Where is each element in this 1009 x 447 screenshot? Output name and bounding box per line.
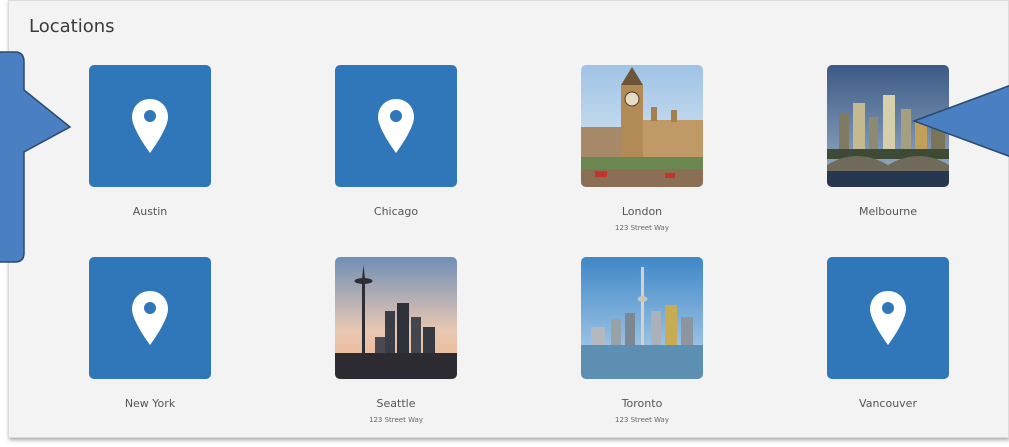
locations-panel: Locations Austin Chicago London 123 Stre… bbox=[8, 0, 1009, 438]
toronto-photo bbox=[581, 257, 703, 379]
location-address: 123 Street Way bbox=[615, 416, 669, 424]
map-pin-icon bbox=[132, 99, 168, 153]
map-pin-icon bbox=[132, 291, 168, 345]
seattle-photo bbox=[335, 257, 457, 379]
location-name: Austin bbox=[132, 205, 168, 218]
right-callout-arrow bbox=[911, 85, 1009, 157]
location-name: Melbourne bbox=[858, 205, 918, 218]
location-name: Toronto bbox=[621, 397, 663, 410]
location-name: Seattle bbox=[376, 397, 416, 410]
location-name: London bbox=[621, 205, 663, 218]
location-name: Vancouver bbox=[859, 397, 917, 410]
location-thumb bbox=[89, 257, 211, 379]
location-tile-vancouver[interactable]: Vancouver bbox=[808, 257, 968, 410]
location-thumb bbox=[89, 65, 211, 187]
location-tile-chicago[interactable]: Chicago bbox=[316, 65, 476, 218]
left-callout-arrow bbox=[0, 51, 72, 263]
location-thumb bbox=[335, 65, 457, 187]
location-tile-toronto[interactable]: Toronto 123 Street Way bbox=[562, 257, 722, 424]
london-photo bbox=[581, 65, 703, 187]
location-name: New York bbox=[124, 397, 176, 410]
location-tile-london[interactable]: London 123 Street Way bbox=[562, 65, 722, 232]
location-name: Chicago bbox=[373, 205, 419, 218]
location-tile-austin[interactable]: Austin bbox=[70, 65, 230, 218]
map-pin-icon bbox=[378, 99, 414, 153]
location-tile-new-york[interactable]: New York bbox=[70, 257, 230, 410]
location-address: 123 Street Way bbox=[369, 416, 423, 424]
map-pin-icon bbox=[870, 291, 906, 345]
locations-grid: Austin Chicago London 123 Street Way Mel… bbox=[9, 1, 1009, 439]
location-address: 123 Street Way bbox=[615, 224, 669, 232]
location-tile-seattle[interactable]: Seattle 123 Street Way bbox=[316, 257, 476, 424]
location-thumb bbox=[827, 257, 949, 379]
